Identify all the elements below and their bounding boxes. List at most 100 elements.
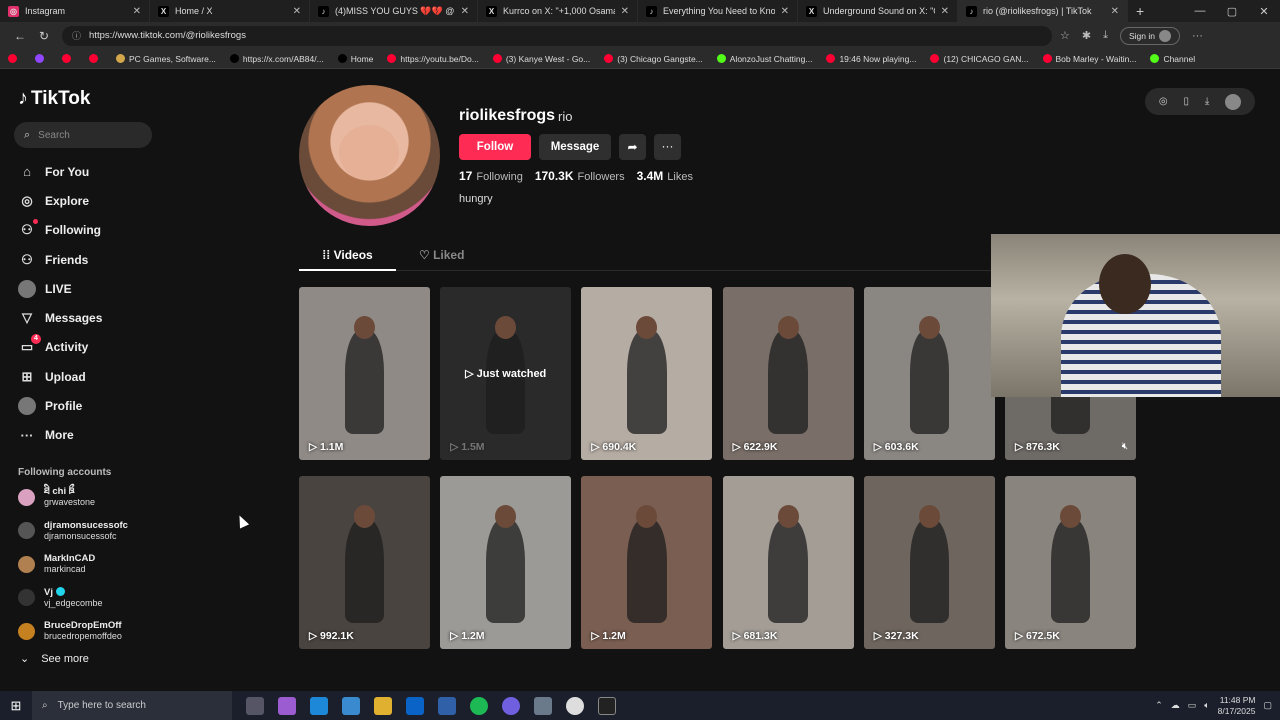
- video-thumbnail[interactable]: ▷ 1.2M: [440, 476, 572, 649]
- maximize-icon[interactable]: ▢: [1216, 5, 1248, 18]
- following-stat[interactable]: 17 Following: [459, 169, 523, 183]
- close-icon[interactable]: ✕: [1111, 6, 1119, 17]
- bookmark-item[interactable]: [62, 54, 75, 63]
- video-thumbnail[interactable]: ▷ 672.5K: [1005, 476, 1136, 649]
- file-explorer-icon[interactable]: [374, 696, 392, 715]
- sidebar-item-friends[interactable]: ⚇ Friends: [18, 245, 102, 274]
- task-view-icon[interactable]: [246, 696, 264, 715]
- browser-tab[interactable]: X Home / X ✕: [150, 0, 310, 22]
- clock[interactable]: 11:48 PM 8/17/2025: [1218, 695, 1256, 717]
- close-icon[interactable]: ✕: [133, 6, 141, 17]
- bookmark-item[interactable]: Bob Marley - Waitin...: [1042, 54, 1136, 64]
- extensions-icon[interactable]: ✱: [1082, 29, 1091, 42]
- sidebar-item-live[interactable]: LIVE: [18, 274, 102, 303]
- see-more-button[interactable]: ⌄ See more: [20, 652, 89, 666]
- bookmark-item[interactable]: [35, 54, 48, 63]
- close-icon[interactable]: ✕: [781, 6, 789, 17]
- coins-icon[interactable]: ◎: [1159, 96, 1168, 107]
- device-icon[interactable]: ▯: [1183, 96, 1189, 107]
- video-thumbnail[interactable]: ▷ 327.3K: [863, 476, 995, 649]
- bookmark-item[interactable]: (3) Chicago Gangste...: [604, 54, 703, 64]
- bookmark-item[interactable]: 19:46 Now playing...: [826, 54, 916, 64]
- taskbar-search[interactable]: ⌕ Type here to search: [32, 691, 232, 720]
- browser-tab[interactable]: ♪ (4)MISS YOU GUYS 💔💔 @Dar ✕: [310, 0, 478, 22]
- video-thumbnail[interactable]: ▷ 681.3K: [722, 476, 854, 649]
- close-icon[interactable]: ✕: [621, 6, 629, 17]
- epic-games-icon[interactable]: [598, 696, 616, 715]
- menu-icon[interactable]: ···: [1192, 30, 1203, 42]
- tray-chevron-icon[interactable]: ⌃: [1155, 700, 1163, 711]
- bookmark-item[interactable]: (12) CHICAGO GAN...: [930, 54, 1029, 64]
- minimize-icon[interactable]: —: [1184, 5, 1216, 18]
- share-icon[interactable]: ➦: [619, 134, 646, 160]
- browser-tab[interactable]: ♪ Everything You Need to Know Ab ✕: [638, 0, 798, 22]
- sidebar-item-activity[interactable]: ▭ 4 Activity: [18, 333, 102, 362]
- close-icon[interactable]: ✕: [461, 6, 469, 17]
- mute-icon[interactable]: 🔇︎: [1122, 441, 1128, 452]
- tab-liked[interactable]: ♡ Liked: [419, 241, 464, 271]
- more-options-icon[interactable]: ···: [654, 134, 681, 160]
- tab-videos[interactable]: ⁞⁞ Videos: [299, 241, 396, 271]
- close-icon[interactable]: ✕: [293, 6, 301, 17]
- bookmark-item[interactable]: [89, 54, 102, 63]
- bookmark-item[interactable]: https://youtu.be/Do...: [387, 54, 479, 64]
- outlook-icon[interactable]: [406, 696, 424, 715]
- video-thumbnail[interactable]: ▷ 992.1K: [299, 476, 430, 649]
- following-account[interactable]: MarkInCAD markincad: [18, 553, 95, 575]
- close-window-icon[interactable]: ✕: [1248, 5, 1280, 18]
- url-field[interactable]: ⓘ https://www.tiktok.com/@riolikesfrogs: [62, 25, 1052, 46]
- bookmark-item[interactable]: https://x.com/AB84/...: [229, 54, 324, 64]
- following-account[interactable]: ཐི chi ཋྀ grwavestone: [18, 486, 95, 508]
- browser-tab[interactable]: ◎ Instagram ✕: [0, 0, 150, 22]
- chrome-icon[interactable]: [566, 696, 584, 715]
- favorite-icon[interactable]: ☆: [1060, 29, 1070, 42]
- browser-tab[interactable]: ♪ rio (@riolikesfrogs) | TikTok ✕: [958, 0, 1128, 22]
- user-avatar[interactable]: [1225, 93, 1242, 110]
- close-icon[interactable]: ✕: [941, 6, 949, 17]
- video-thumbnail[interactable]: ▷ 690.4K: [581, 287, 713, 460]
- app-icon[interactable]: [534, 696, 552, 715]
- video-thumbnail[interactable]: ▷ 1.2M: [581, 476, 713, 649]
- battery-icon[interactable]: ▭: [1188, 700, 1197, 711]
- notifications-icon[interactable]: ▢: [1263, 700, 1272, 711]
- download-app-icon[interactable]: ⤓: [1205, 96, 1209, 107]
- copilot-icon[interactable]: [278, 696, 296, 715]
- message-button[interactable]: Message: [539, 134, 611, 160]
- bookmark-item[interactable]: (3) Kanye West - Go...: [492, 54, 590, 64]
- volume-icon[interactable]: 🔈︎: [1204, 700, 1209, 711]
- bookmark-item[interactable]: PC Games, Software...: [116, 54, 216, 64]
- sidebar-item-profile[interactable]: Profile: [18, 391, 102, 420]
- tiktok-logo[interactable]: ♪ TikTok: [18, 87, 90, 110]
- bookmark-item[interactable]: [8, 54, 21, 63]
- follow-button[interactable]: Follow: [459, 134, 531, 160]
- video-thumbnail[interactable]: ▷ 603.6K: [863, 287, 995, 460]
- video-thumbnail[interactable]: ▷ Just watched ▷ 1.5M: [440, 287, 572, 460]
- photos-icon[interactable]: [438, 696, 456, 715]
- video-thumbnail[interactable]: ▷ 622.9K: [722, 287, 854, 460]
- sidebar-item-upload[interactable]: ⊞ Upload: [18, 362, 102, 391]
- new-tab-icon[interactable]: +: [1136, 3, 1144, 19]
- store-icon[interactable]: [342, 696, 360, 715]
- following-account[interactable]: Vj vj_edgecombe: [18, 587, 103, 609]
- sidebar-item-for-you[interactable]: ⌂ For You: [18, 157, 102, 186]
- back-icon[interactable]: ←: [8, 29, 32, 43]
- refresh-icon[interactable]: ↻: [32, 29, 56, 43]
- start-icon[interactable]: ⊞: [0, 698, 32, 714]
- site-info-icon[interactable]: ⓘ: [72, 29, 81, 42]
- download-icon[interactable]: ⤓: [1103, 29, 1108, 42]
- sign-in-button[interactable]: Sign in: [1119, 26, 1180, 45]
- sidebar-item-following[interactable]: ⚇ Following: [18, 216, 102, 245]
- search-input[interactable]: ⌕ Search: [14, 122, 152, 148]
- video-thumbnail[interactable]: ▷ 1.1M: [299, 287, 430, 460]
- following-account[interactable]: BruceDropEmOff brucedropemoffdeo: [18, 620, 122, 642]
- bookmark-item[interactable]: Home: [337, 54, 373, 64]
- sidebar-item-messages[interactable]: ▽ Messages: [18, 303, 102, 332]
- browser-tab[interactable]: X Kurrco on X: "+1,000 OsamaSon ✕: [478, 0, 638, 22]
- discord-icon[interactable]: [502, 696, 520, 715]
- browser-tab[interactable]: X Underground Sound on X: "Osam ✕: [798, 0, 958, 22]
- network-icon[interactable]: ☁: [1171, 700, 1180, 711]
- bookmark-item[interactable]: AlonzoJust Chatting...: [716, 54, 812, 64]
- following-account[interactable]: djramonsucessofc djramonsucessofc: [18, 520, 128, 542]
- sidebar-item-more[interactable]: ··· More: [18, 421, 102, 450]
- sidebar-item-explore[interactable]: ◎ Explore: [18, 186, 102, 215]
